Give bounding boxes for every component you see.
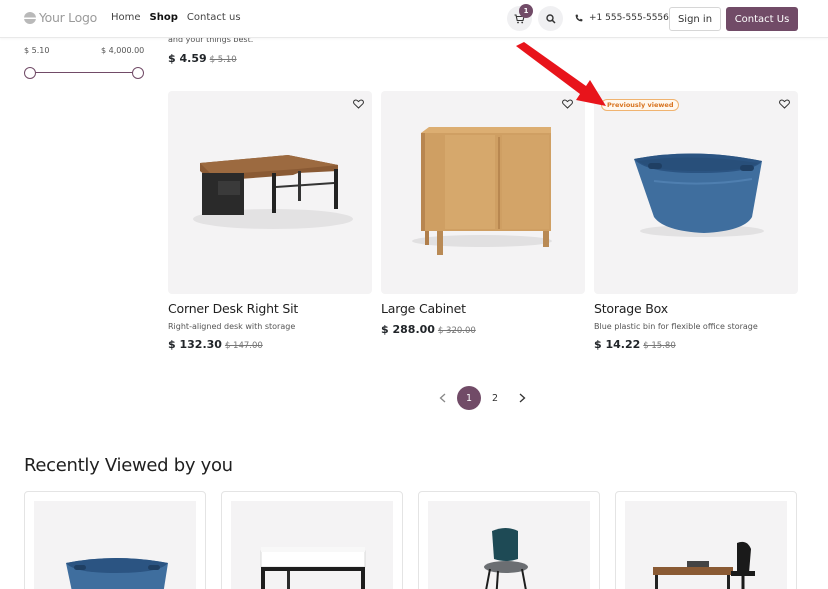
recently-viewed-title: Recently Viewed by you xyxy=(24,455,233,476)
main-nav: Home Shop Contact us xyxy=(111,12,241,23)
pagination-page-2[interactable]: 2 xyxy=(487,391,503,405)
old-price: $ 15.80 xyxy=(643,341,676,351)
product-image[interactable]: Previously viewed xyxy=(594,91,798,294)
product-price: $ 288.00 $ 320.00 xyxy=(381,323,585,336)
product-card-storage-box[interactable]: Previously viewed Storage Box Blue plast… xyxy=(594,91,798,351)
wishlist-heart-icon[interactable] xyxy=(777,97,791,111)
product-name[interactable]: Corner Desk Right Sit xyxy=(168,301,372,316)
white-desk-image xyxy=(260,547,366,589)
cart-count-badge: 1 xyxy=(519,4,533,18)
product-image[interactable] xyxy=(168,91,372,294)
logo-text: Your Logo xyxy=(39,10,97,25)
price-value: $ 288.00 xyxy=(381,323,435,336)
product-card-large-cabinet[interactable]: Large Cabinet $ 288.00 $ 320.00 xyxy=(381,91,585,336)
product-description: Right-aligned desk with storage xyxy=(168,322,296,331)
price-value: $ 14.22 xyxy=(594,338,641,351)
recently-viewed-card[interactable] xyxy=(418,491,600,589)
product-price: $ 4.59 $ 5.10 xyxy=(168,52,237,65)
price-slider-track[interactable] xyxy=(30,72,138,73)
price-value: $ 132.30 xyxy=(168,338,222,351)
product-image[interactable] xyxy=(428,501,590,589)
product-image[interactable] xyxy=(231,501,393,589)
chair-image xyxy=(484,528,528,589)
logo-mark-icon xyxy=(24,11,36,24)
office-desk-image xyxy=(653,541,755,589)
search-button[interactable] xyxy=(538,6,563,31)
product-image[interactable] xyxy=(381,91,585,294)
pagination-next-icon[interactable] xyxy=(515,391,529,405)
price-min-label: $ 5.10 xyxy=(24,46,50,55)
pagination-page-1[interactable]: 1 xyxy=(457,386,481,410)
pagination-prev-icon[interactable] xyxy=(435,391,449,405)
price-slider-min-handle[interactable] xyxy=(24,67,36,79)
product-name[interactable]: Storage Box xyxy=(594,301,798,316)
product-description: Blue plastic bin for flexible office sto… xyxy=(594,322,758,331)
phone-icon xyxy=(575,14,583,22)
search-icon xyxy=(545,13,556,24)
recently-viewed-card[interactable] xyxy=(221,491,403,589)
storage-box-image xyxy=(66,558,168,589)
phone-number: +1 555-555-5556 xyxy=(589,13,669,23)
product-card-corner-desk[interactable]: Corner Desk Right Sit Right-aligned desk… xyxy=(168,91,372,351)
previously-viewed-badge: Previously viewed xyxy=(601,99,680,111)
contact-us-button[interactable]: Contact Us xyxy=(726,7,798,31)
wishlist-heart-icon[interactable] xyxy=(351,97,365,111)
storage-box-image xyxy=(634,153,764,237)
price-value: $ 4.59 xyxy=(168,52,207,65)
product-image[interactable] xyxy=(625,501,787,589)
old-price: $ 320.00 xyxy=(437,326,476,336)
nav-contact-us[interactable]: Contact us xyxy=(187,12,241,23)
site-header: Your Logo Home Shop Contact us 1 +1 555-… xyxy=(0,0,828,38)
site-logo[interactable]: Your Logo xyxy=(24,10,97,25)
cabinet-image xyxy=(412,127,552,255)
nav-home[interactable]: Home xyxy=(111,12,141,23)
product-price: $ 132.30 $ 147.00 xyxy=(168,338,372,351)
annotation-arrow-icon xyxy=(516,42,606,106)
corner-desk-image xyxy=(193,155,353,229)
recently-viewed-card[interactable] xyxy=(615,491,797,589)
product-price: $ 14.22 $ 15.80 xyxy=(594,338,798,351)
phone-link[interactable]: +1 555-555-5556 xyxy=(575,13,669,23)
old-price: $ 147.00 xyxy=(224,341,263,351)
price-max-label: $ 4,000.00 xyxy=(101,46,145,55)
sign-in-button[interactable]: Sign in xyxy=(669,7,721,31)
product-image[interactable] xyxy=(34,501,196,589)
product-name[interactable]: Large Cabinet xyxy=(381,301,585,316)
recently-viewed-card[interactable] xyxy=(24,491,206,589)
price-slider-max-handle[interactable] xyxy=(132,67,144,79)
old-price: $ 5.10 xyxy=(209,55,237,65)
nav-shop[interactable]: Shop xyxy=(150,12,178,23)
